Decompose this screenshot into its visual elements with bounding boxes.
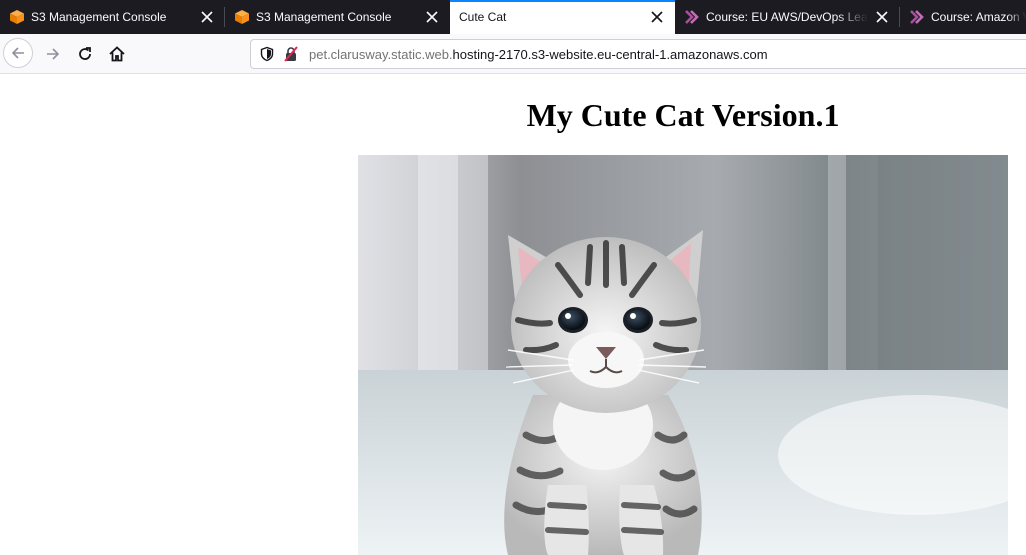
course-chevron-icon <box>909 9 925 25</box>
reload-button[interactable] <box>69 38 101 70</box>
close-tab-icon[interactable] <box>649 9 665 25</box>
insecure-lock-icon[interactable] <box>281 44 301 64</box>
tab-label: Course: EU AWS/DevOps Learn <box>706 10 868 24</box>
page-title: My Cute Cat Version.1 <box>526 97 840 133</box>
tab-s3-console-2[interactable]: S3 Management Console <box>225 0 450 34</box>
forward-arrow-icon <box>47 48 60 60</box>
cat-photo <box>358 155 1008 555</box>
tab-label: Cute Cat <box>459 10 507 24</box>
course-chevron-icon <box>684 9 700 25</box>
reload-icon <box>79 47 91 60</box>
tab-course-amazon[interactable]: Course: Amazon W <box>900 0 1026 34</box>
tab-s3-console-1[interactable]: S3 Management Console <box>0 0 225 34</box>
url-text[interactable]: pet.clarusway.static.web.hosting-2170.s3… <box>309 47 768 62</box>
tab-label: S3 Management Console <box>31 10 167 24</box>
tab-course-eu-aws[interactable]: Course: EU AWS/DevOps Learn <box>675 0 900 34</box>
url-domain: hosting-2170.s3-website.eu-central-1.ama… <box>452 46 768 62</box>
tab-label: S3 Management Console <box>256 10 392 24</box>
tab-strip: S3 Management Console S3 Management Cons… <box>0 0 1026 34</box>
tab-cute-cat[interactable]: Cute Cat <box>450 0 675 34</box>
aws-cube-icon <box>234 9 250 25</box>
close-tab-icon[interactable] <box>199 9 215 25</box>
tracking-shield-icon[interactable] <box>257 44 277 64</box>
address-bar[interactable]: pet.clarusway.static.web.hosting-2170.s3… <box>250 39 1026 69</box>
back-arrow-icon <box>11 47 24 59</box>
url-prefix: pet.clarusway.static.web. <box>309 46 453 62</box>
forward-button[interactable] <box>37 38 69 70</box>
aws-cube-icon <box>9 9 25 25</box>
back-button[interactable] <box>3 38 33 68</box>
navigation-bar: pet.clarusway.static.web.hosting-2170.s3… <box>0 34 1026 74</box>
close-tab-icon[interactable] <box>424 9 440 25</box>
home-button[interactable] <box>101 38 133 70</box>
close-tab-icon[interactable] <box>874 9 890 25</box>
home-icon <box>109 46 125 62</box>
tab-label: Course: Amazon W <box>931 10 1026 24</box>
